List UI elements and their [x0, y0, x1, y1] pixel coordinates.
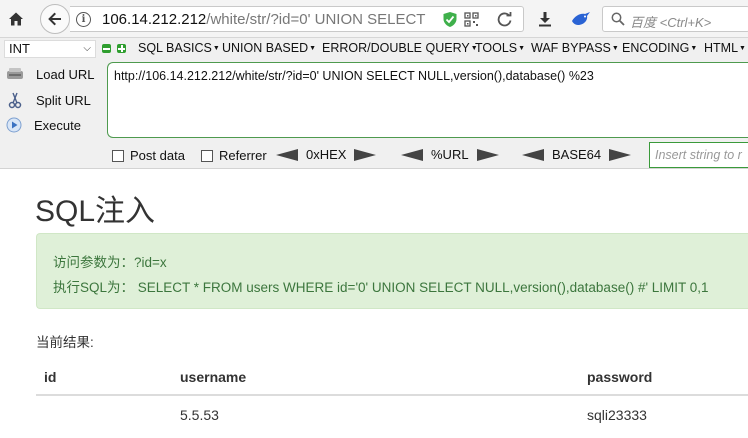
cell-username: 5.5.53	[180, 407, 219, 423]
right-arrow-icon[interactable]	[476, 148, 499, 161]
split-url-label: Split URL	[36, 92, 91, 108]
hackbar-menu: INT ⌵ SQL BASICS▼ UNION BASED▼ ERROR/DOU…	[0, 38, 748, 60]
url-encoder: %URL	[401, 147, 499, 162]
search-icon	[611, 12, 625, 26]
table-row: 5.5.53 sqli23333	[36, 396, 748, 436]
back-button[interactable]	[40, 4, 70, 34]
caret-down-icon: ▼	[212, 45, 220, 52]
menu-label: ENCODING	[622, 41, 690, 55]
hex-encoder: 0xHEX	[276, 147, 377, 162]
download-button[interactable]	[534, 8, 556, 30]
insert-string-input[interactable]: Insert string to r	[649, 142, 748, 168]
minus-icon[interactable]	[102, 44, 111, 53]
search-box[interactable]: 百度 <Ctrl+K>	[602, 6, 748, 32]
reload-icon[interactable]	[496, 11, 513, 28]
scissors-icon	[8, 92, 22, 109]
int-select-value: INT	[9, 41, 30, 56]
menu-label: WAF BYPASS	[531, 41, 611, 55]
url-encode-label: %URL	[431, 147, 469, 162]
browser-toolbar: i 106.14.212.212/white/str/?id=0' UNION …	[0, 0, 748, 38]
load-url-label: Load URL	[36, 66, 95, 82]
header-username: username	[180, 369, 247, 385]
checkbox-box[interactable]	[201, 149, 213, 162]
shield-icon[interactable]	[442, 11, 458, 28]
download-icon	[539, 12, 551, 27]
hackbar-panel: INT ⌵ SQL BASICS▼ UNION BASED▼ ERROR/DOU…	[0, 38, 748, 169]
left-arrow-icon[interactable]	[276, 148, 298, 161]
checkbox-box[interactable]	[112, 149, 124, 162]
menu-label: TOOLS	[475, 41, 518, 55]
header-password: password	[587, 369, 653, 385]
back-arrow-icon	[48, 12, 61, 26]
header-id: id	[44, 369, 57, 385]
caret-down-icon: ▼	[309, 45, 317, 52]
menu-encoding[interactable]: ENCODING▼	[622, 41, 697, 55]
menu-sql-basics[interactable]: SQL BASICS▼	[138, 41, 220, 55]
post-data-checkbox[interactable]: Post data	[112, 148, 185, 163]
menu-label: UNION BASED	[222, 41, 309, 55]
menu-label: SQL BASICS	[138, 41, 212, 55]
info-alert: 访问参数为：?id=x 执行SQL为： SELECT * FROM users …	[36, 233, 748, 309]
hex-label: 0xHEX	[306, 147, 347, 162]
menu-label: HTML	[704, 41, 739, 55]
right-arrow-icon[interactable]	[354, 148, 377, 161]
plus-icon[interactable]	[117, 44, 126, 53]
address-bar[interactable]: i 106.14.212.212/white/str/?id=0' UNION …	[70, 6, 524, 32]
home-button[interactable]	[4, 8, 28, 30]
menu-error-double-query[interactable]: ERROR/DOUBLE QUERY▼	[322, 41, 478, 55]
base64-encoder: BASE64	[522, 147, 632, 162]
caret-down-icon: ▼	[739, 45, 746, 52]
result-label: 当前结果:	[36, 335, 94, 350]
search-placeholder: 百度 <Ctrl+K>	[630, 15, 712, 30]
alert-param-line: 访问参数为：?id=x	[53, 255, 167, 270]
cell-password: sqli23333	[587, 407, 647, 423]
url-textarea-value: http://106.14.212.212/white/str/?id=0' U…	[114, 69, 594, 83]
menu-union-based[interactable]: UNION BASED▼	[222, 41, 316, 55]
menu-html[interactable]: HTML▼	[704, 41, 746, 55]
url-textarea[interactable]: http://106.14.212.212/white/str/?id=0' U…	[107, 62, 748, 138]
base64-label: BASE64	[552, 147, 602, 162]
play-icon	[6, 117, 22, 133]
caret-down-icon: ▼	[518, 45, 526, 52]
referrer-label: Referrer	[219, 148, 267, 163]
bird-extension-icon	[572, 12, 590, 25]
qr-code-icon[interactable]	[464, 12, 479, 27]
left-arrow-icon[interactable]	[401, 148, 423, 161]
info-icon[interactable]: i	[76, 12, 91, 27]
menu-tools[interactable]: TOOLS▼	[475, 41, 525, 55]
url-host: 106.14.212.212	[102, 11, 207, 28]
extension-button[interactable]	[568, 8, 594, 30]
table-header: id username password	[36, 360, 748, 396]
split-url-button[interactable]: Split URL	[6, 90, 91, 110]
int-select[interactable]: INT ⌵	[4, 40, 96, 58]
execute-label: Execute	[34, 117, 81, 133]
caret-down-icon: ▼	[611, 45, 619, 52]
load-url-button[interactable]: Load URL	[6, 64, 95, 84]
insert-string-placeholder: Insert string to r	[655, 148, 742, 162]
referrer-checkbox[interactable]: Referrer	[201, 148, 267, 163]
home-icon	[9, 12, 23, 26]
url-path: /white/str/?id=0' UNION SELECT	[206, 11, 426, 28]
execute-button[interactable]: Execute	[6, 115, 81, 135]
address-text[interactable]: 106.14.212.212/white/str/?id=0' UNION SE…	[102, 11, 432, 28]
page-title: SQL注入	[35, 195, 156, 228]
left-arrow-icon[interactable]	[522, 148, 544, 161]
alert-sql-line: 执行SQL为： SELECT * FROM users WHERE id='0'…	[53, 280, 709, 295]
right-arrow-icon[interactable]	[609, 148, 632, 161]
menu-waf-bypass[interactable]: WAF BYPASS▼	[531, 41, 619, 55]
chevron-down-icon: ⌵	[83, 43, 91, 54]
menu-label: ERROR/DOUBLE QUERY	[322, 41, 470, 55]
load-url-icon	[7, 68, 23, 79]
caret-down-icon: ▼	[690, 45, 698, 52]
post-data-label: Post data	[130, 148, 185, 163]
